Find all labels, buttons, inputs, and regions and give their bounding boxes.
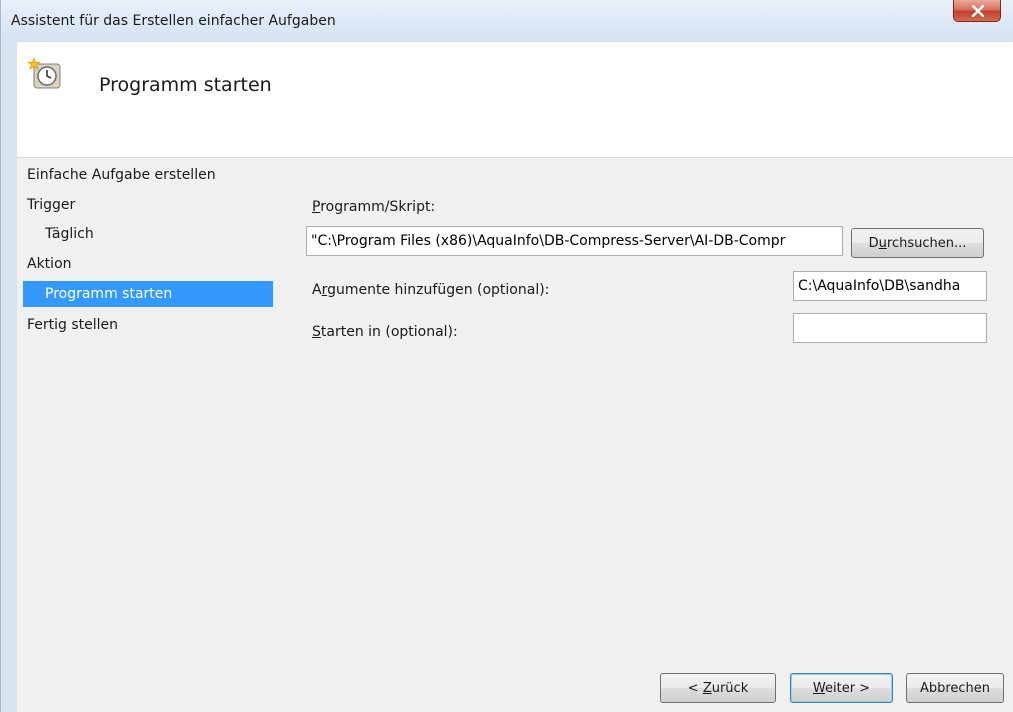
nav-step-trigger[interactable]: Trigger <box>27 192 75 218</box>
nav-step-create-task[interactable]: Einfache Aufgabe erstellen <box>27 162 216 188</box>
close-button[interactable] <box>953 0 1001 22</box>
browse-label-access-key: u <box>878 235 887 251</box>
title-bar: Assistent für das Erstellen einfacher Au… <box>1 0 1013 42</box>
nav-step-start-program[interactable]: Programm starten <box>23 281 273 307</box>
back-button[interactable]: < Zurück <box>660 673 776 703</box>
start-in-label-access-key: S <box>312 324 321 340</box>
nav-step-daily[interactable]: Täglich <box>45 221 94 247</box>
arguments-label: Argumente hinzufügen (optional): <box>312 282 549 298</box>
program-label-text: rogramm/Skript: <box>320 199 436 215</box>
back-label-prefix: < <box>687 680 703 696</box>
nav-step-finish[interactable]: Fertig stellen <box>27 312 118 338</box>
start-in-label: Starten in (optional): <box>312 324 458 340</box>
arguments-label-text: gumente hinzufügen (optional): <box>327 282 550 298</box>
browse-button[interactable]: Durchsuchen... <box>851 228 984 258</box>
browse-label-text: rchsuchen... <box>886 235 967 251</box>
wizard-window: Assistent für das Erstellen einfacher Au… <box>0 0 1013 712</box>
start-in-label-text: tarten in (optional): <box>320 324 458 340</box>
program-label-access-key: P <box>312 199 321 215</box>
next-label-text: eiter > <box>825 680 871 696</box>
cancel-button[interactable]: Abbrechen <box>906 673 1004 703</box>
program-script-label: Programm/Skript: <box>312 199 435 215</box>
start-in-input[interactable] <box>793 313 987 343</box>
nav-step-action[interactable]: Aktion <box>27 251 72 277</box>
close-x-icon <box>971 5 985 17</box>
arguments-label-prefix: A <box>312 282 322 298</box>
back-label-text: urück <box>711 680 749 696</box>
window-left-border <box>1 42 17 712</box>
page-title: Programm starten <box>99 74 272 96</box>
next-button[interactable]: Weiter > <box>790 673 893 703</box>
header-panel: Programm starten <box>17 42 1013 158</box>
browse-label-prefix: D <box>868 235 879 251</box>
window-title: Assistent für das Erstellen einfacher Au… <box>11 13 336 29</box>
arguments-input[interactable] <box>793 271 987 301</box>
clock-task-icon <box>27 57 61 89</box>
back-label-access-key: Z <box>702 680 712 696</box>
program-script-input[interactable] <box>306 226 843 256</box>
next-label-access-key: W <box>812 680 825 696</box>
